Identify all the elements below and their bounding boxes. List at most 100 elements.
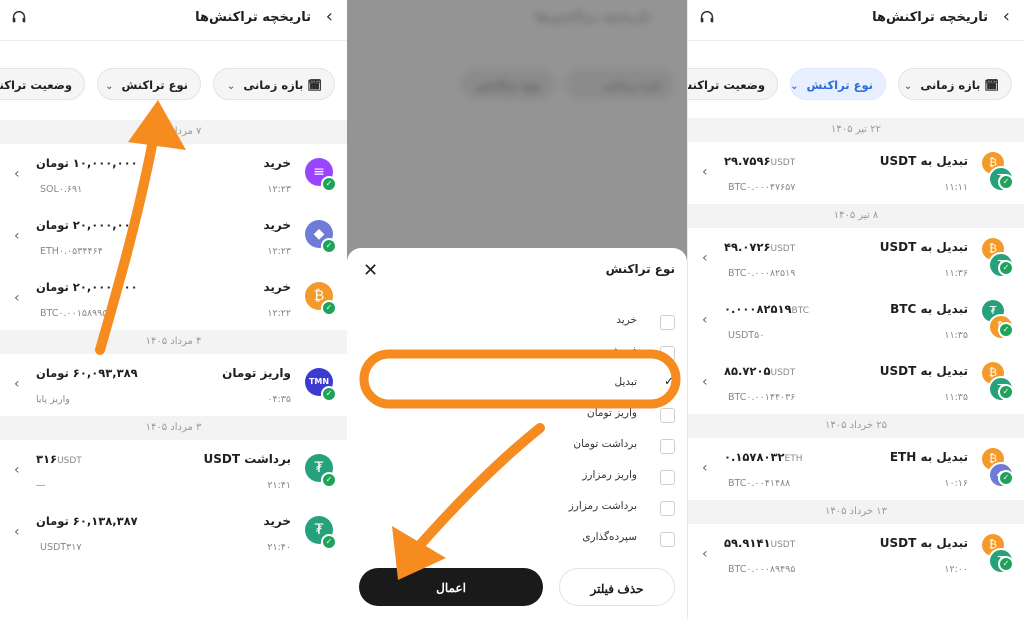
transaction-secondary: — xyxy=(36,480,46,491)
chevron-left-icon[interactable]: ‹ xyxy=(14,228,20,244)
headset-icon[interactable] xyxy=(698,8,716,26)
chevron-down-icon: ⌄ xyxy=(790,81,799,92)
transaction-row[interactable]: ≡ ✓ خرید ۱۲:۲۳ ۱۰,۰۰۰,۰۰۰ تومان SOL۰.۶۹۱… xyxy=(0,144,347,206)
date-separator: ۱۳ خرداد ۱۴۰۵ xyxy=(688,500,1024,524)
option-label: خرید xyxy=(616,314,637,326)
option-5[interactable]: واریز رمزارز xyxy=(359,467,675,487)
option-0[interactable]: خرید xyxy=(359,312,675,332)
transaction-row[interactable]: ₿ ◆ ✓ تبدیل به ETH ۱۰:۱۶ ۰.۱۵۷۸۰۳۲ETH BT… xyxy=(688,438,1024,500)
transaction-time: ۱۱:۳۶ xyxy=(944,268,968,279)
transaction-amount: ۵۹.۹۱۴۱USDT xyxy=(724,536,796,550)
sheet-title: نوع تراکنش xyxy=(605,262,675,276)
transaction-row[interactable]: ₿ ₮ ✓ تبدیل به USDT ۱۱:۳۵ ۸۵.۷۲۰۵USDT BT… xyxy=(688,352,1024,414)
period-filter-chip[interactable]: 🗓 بازه زمانی⌄ xyxy=(213,68,335,100)
transaction-amount: ۲۹.۷۵۹۶USDT xyxy=(724,154,796,168)
checkbox[interactable] xyxy=(660,439,675,454)
chevron-left-icon[interactable]: ‹ xyxy=(14,462,20,478)
apply-button[interactable]: اعمال xyxy=(359,568,543,606)
chevron-left-icon[interactable]: ‹ xyxy=(702,374,708,390)
transaction-row[interactable]: TMN ✓ واریز تومان ۰۴:۳۵ ۶۰,۰۹۳,۳۸۹ تومان… xyxy=(0,354,347,416)
transaction-secondary: ETH۰.۰۵۳۴۴۶۴ xyxy=(40,246,103,257)
filter-bar: 🗓 بازه زمانی⌄ نوع تراکنش⌄ وضعیت تراکنش xyxy=(0,68,347,102)
back-chevron-icon[interactable]: ‹ xyxy=(1003,6,1010,27)
success-check-icon: ✓ xyxy=(321,386,337,402)
clear-filter-button[interactable]: حذف فیلتر xyxy=(559,568,675,606)
transaction-title: خرید xyxy=(263,156,291,170)
chevron-left-icon[interactable]: ‹ xyxy=(702,164,708,180)
option-7[interactable]: سپرده‌گذاری xyxy=(359,529,675,549)
chevron-left-icon[interactable]: ‹ xyxy=(702,546,708,562)
transaction-row[interactable]: ₿ ✓ خرید ۱۲:۲۲ ۲۰,۰۰۰,۰۰۰ تومان BTC۰.۰۰۱… xyxy=(0,268,347,330)
success-check-icon: ✓ xyxy=(998,470,1014,486)
status-filter-chip[interactable]: وضعیت تراکنش xyxy=(688,68,778,100)
screen-right: ‹ تاریخچه تراکنش‌ها 🗓 بازه زمانی⌄ نوع تر… xyxy=(688,0,1024,619)
filter-bottom-sheet: نوع تراکنش ✕ خرید فروش ✓ تبدیل واریز توم… xyxy=(347,248,687,619)
transaction-title: تبدیل به USDT xyxy=(879,240,968,254)
checkbox[interactable] xyxy=(660,532,675,547)
transaction-row[interactable]: ₿ ₮ ✓ تبدیل به USDT ۱۱:۳۶ ۴۹.۰۷۲۶USDT BT… xyxy=(688,228,1024,290)
transaction-row[interactable]: ◆ ✓ خرید ۱۲:۲۳ ۲۰,۰۰۰,۰۰۰ تومان ETH۰.۰۵۳… xyxy=(0,206,347,268)
checkbox[interactable] xyxy=(660,315,675,330)
checkbox[interactable] xyxy=(660,501,675,516)
transaction-row[interactable]: ₿ ₮ ✓ تبدیل به USDT ۱۲:۰۰ ۵۹.۹۱۴۱USDT BT… xyxy=(688,524,1024,586)
transaction-row[interactable]: ₮ ₿ ✓ تبدیل به BTC ۱۱:۳۵ ۰.۰۰۰۸۲۵۱۹BTC U… xyxy=(688,290,1024,352)
option-1[interactable]: فروش xyxy=(359,343,675,363)
success-check-icon: ✓ xyxy=(321,238,337,254)
transaction-secondary: BTC۰.۰۰۴۱۴۸۸ xyxy=(728,478,791,489)
transaction-amount: ۰.۱۵۷۸۰۳۲ETH xyxy=(724,450,803,464)
transaction-row[interactable]: ₮ ✓ برداشت USDT ۲۱:۴۱ ۳۱۶USDT — ‹ xyxy=(0,440,347,502)
transaction-secondary: BTC۰.۰۰۰۸۹۴۹۵ xyxy=(728,564,796,575)
checkbox[interactable] xyxy=(660,470,675,485)
checkbox[interactable] xyxy=(660,346,675,361)
chevron-down-icon: ⌄ xyxy=(105,81,114,92)
success-check-icon: ✓ xyxy=(998,174,1014,190)
chevron-left-icon[interactable]: ‹ xyxy=(14,166,20,182)
success-check-icon: ✓ xyxy=(998,384,1014,400)
chevron-left-icon[interactable]: ‹ xyxy=(702,250,708,266)
success-check-icon: ✓ xyxy=(321,472,337,488)
option-6[interactable]: برداشت رمزارز xyxy=(359,498,675,518)
chevron-left-icon[interactable]: ‹ xyxy=(14,376,20,392)
transaction-title: خرید xyxy=(263,218,291,232)
close-icon[interactable]: ✕ xyxy=(363,260,378,281)
chevron-left-icon[interactable]: ‹ xyxy=(14,290,20,306)
app-header: ‹ تاریخچه تراکنش‌ها xyxy=(0,0,347,41)
transaction-title: خرید xyxy=(263,514,291,528)
transaction-row[interactable]: ₿ ₮ ✓ تبدیل به USDT ۱۱:۱۱ ۲۹.۷۵۹۶USDT BT… xyxy=(688,142,1024,204)
transaction-secondary: SOL۰.۶۹۱ xyxy=(40,184,83,195)
checkbox[interactable] xyxy=(660,408,675,423)
transaction-amount: ۸۵.۷۲۰۵USDT xyxy=(724,364,796,378)
transaction-title: واریز تومان xyxy=(222,366,291,380)
status-filter-chip[interactable]: وضعیت تراکنش xyxy=(0,68,85,100)
back-chevron-icon[interactable]: ‹ xyxy=(326,6,333,27)
screen-left: ‹ تاریخچه تراکنش‌ها 🗓 بازه زمانی⌄ نوع تر… xyxy=(0,0,347,619)
option-3[interactable]: واریز تومان xyxy=(359,405,675,425)
transaction-row[interactable]: ₮ ✓ خرید ۲۱:۴۰ ۶۰,۱۳۸,۳۸۷ تومان USDT۳۱۷ … xyxy=(0,502,347,564)
type-filter-chip[interactable]: نوع تراکنش⌄ xyxy=(790,68,886,100)
type-filter-chip[interactable]: نوع تراکنش⌄ xyxy=(97,68,201,100)
check-icon: ✓ xyxy=(663,374,674,388)
date-separator: ۸ تیر ۱۴۰۵ xyxy=(688,204,1024,228)
transaction-secondary: BTC۰.۰۰۱۴۴۰۳۶ xyxy=(728,392,796,403)
transaction-time: ۱۰:۱۶ xyxy=(944,478,968,489)
transaction-time: ۰۴:۳۵ xyxy=(267,394,291,405)
option-label: سپرده‌گذاری xyxy=(582,531,637,543)
period-filter-chip[interactable]: 🗓 بازه زمانی⌄ xyxy=(898,68,1012,100)
date-separator: ۲۲ تیر ۱۴۰۵ xyxy=(688,118,1024,142)
chevron-left-icon[interactable]: ‹ xyxy=(702,460,708,476)
transaction-secondary: BTC۰.۰۰۰۴۷۶۵۷ xyxy=(728,182,796,193)
success-check-icon: ✓ xyxy=(321,300,337,316)
option-label: برداشت تومان xyxy=(573,438,637,450)
option-2[interactable]: ✓ تبدیل xyxy=(359,374,675,394)
transaction-time: ۱۱:۳۵ xyxy=(944,330,968,341)
headset-icon[interactable] xyxy=(10,8,28,26)
option-label: برداشت رمزارز xyxy=(568,500,637,512)
chevron-left-icon[interactable]: ‹ xyxy=(702,312,708,328)
chevron-left-icon[interactable]: ‹ xyxy=(14,524,20,540)
transaction-time: ۱۲:۰۰ xyxy=(944,564,968,575)
transaction-amount: ۶۰,۱۳۸,۳۸۷ تومان xyxy=(36,514,138,528)
screen-middle: تاریخچه تراکنش‌ها بازه زمانی نوع تراکنش … xyxy=(347,0,687,619)
transaction-amount: ۲۰,۰۰۰,۰۰۰ تومان xyxy=(36,218,138,232)
chevron-down-icon: ⌄ xyxy=(903,81,913,92)
option-4[interactable]: برداشت تومان xyxy=(359,436,675,456)
